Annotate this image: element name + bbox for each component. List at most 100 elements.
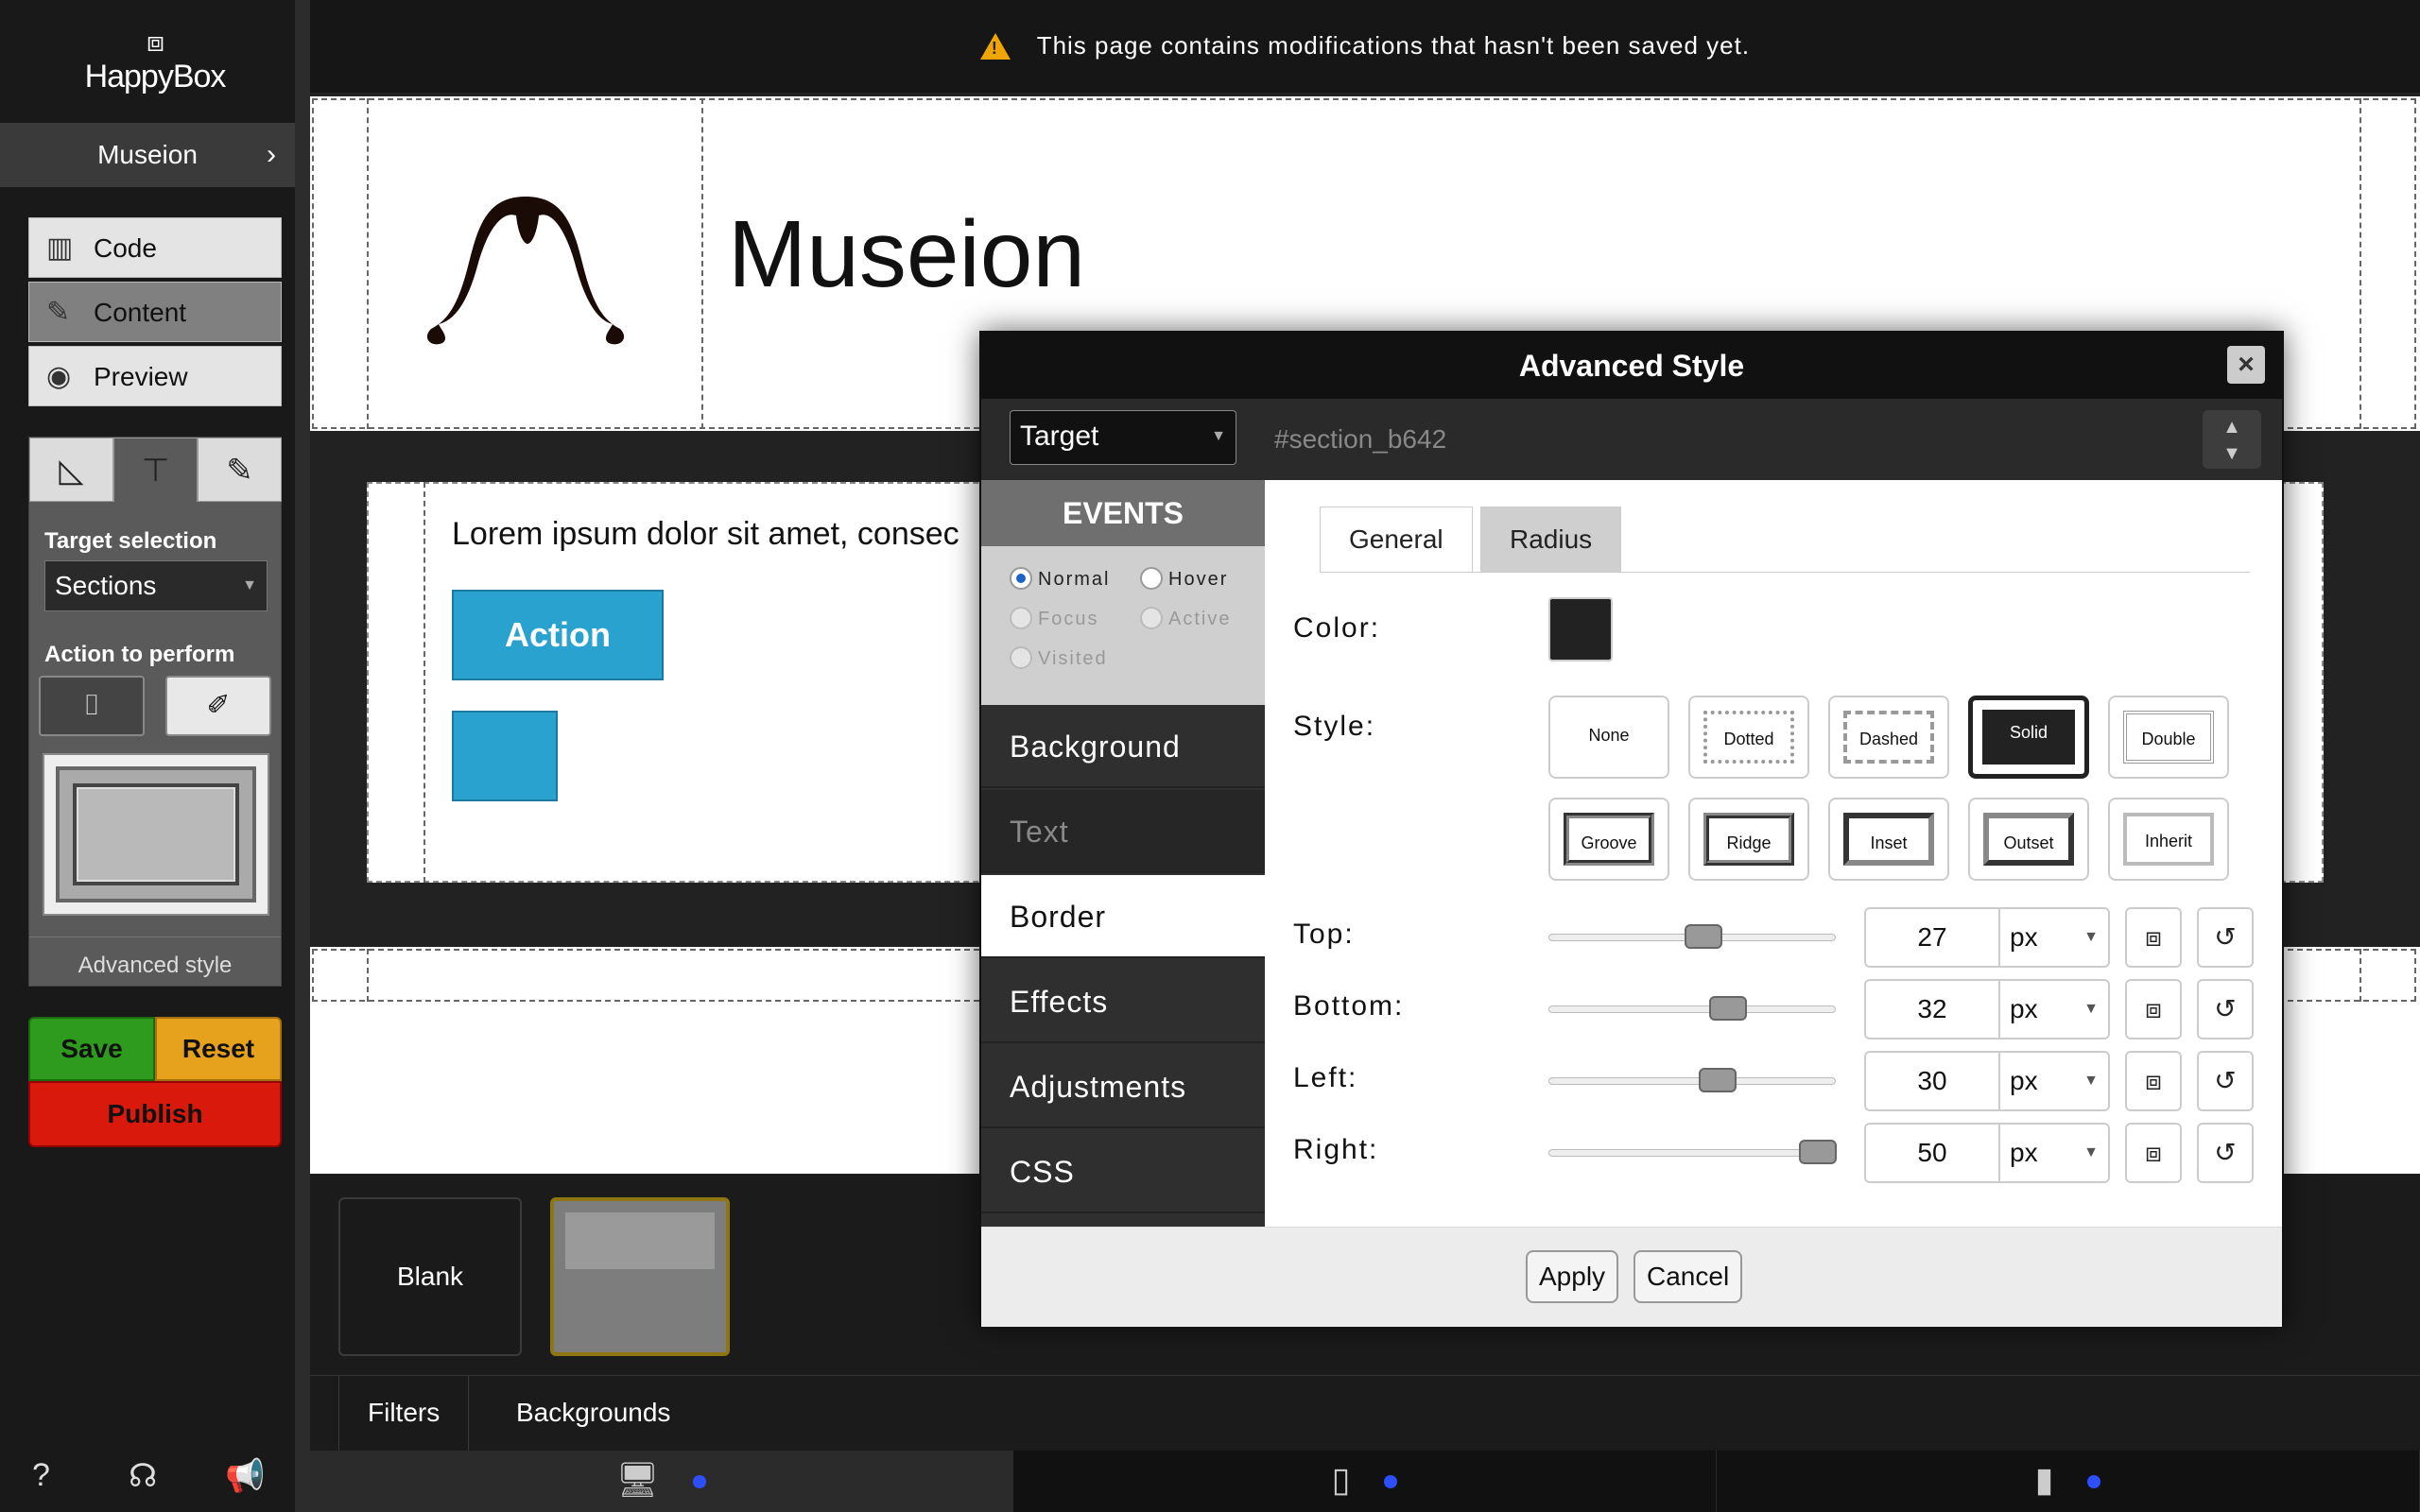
event-hover-radio[interactable]: Hover	[1140, 567, 1228, 591]
event-visited-radio[interactable]: Visited	[1010, 646, 1108, 670]
bottom-unit-select[interactable]: px ▼	[1998, 979, 2110, 1040]
left-value-input[interactable]: 30	[1864, 1051, 2000, 1111]
target-select[interactable]: Target ▼	[1010, 410, 1236, 465]
category-text[interactable]: Text	[981, 790, 1265, 873]
style-dotted-button[interactable]: Dotted	[1688, 696, 1809, 779]
tablet-view-button[interactable]: ▯	[1013, 1451, 1717, 1512]
tab-backgrounds[interactable]: Backgrounds	[488, 1376, 699, 1452]
preview-mode-button[interactable]: ◉ Preview	[28, 346, 282, 406]
left-slider[interactable]	[1548, 1068, 1836, 1092]
content-mode-button[interactable]: ✎ Content	[28, 282, 282, 342]
site-selector[interactable]: Museion ›	[0, 123, 295, 187]
left-link-button[interactable]: ⧈	[2125, 1051, 2182, 1111]
tab-edit[interactable]: ✎	[198, 438, 282, 502]
style-ridge-button[interactable]: Ridge	[1688, 798, 1809, 881]
tab-filters[interactable]: Filters	[338, 1376, 470, 1452]
brush-action-button[interactable]: ✐	[165, 676, 271, 736]
advanced-style-link[interactable]: Advanced style	[29, 936, 281, 979]
category-effects[interactable]: Effects	[981, 960, 1265, 1043]
border-settings-panel: General Radius Color: Style: None Dotted…	[1265, 480, 2282, 1227]
event-focus-radio[interactable]: Focus	[1010, 607, 1098, 630]
slider-handle[interactable]	[1685, 924, 1722, 949]
tile-thumbnail	[565, 1212, 715, 1269]
tab-style[interactable]: ⊤	[113, 438, 198, 502]
tab-layout[interactable]: ◺	[29, 438, 113, 502]
right-slider[interactable]	[1548, 1140, 1837, 1164]
top-link-button[interactable]: ⧈	[2125, 907, 2182, 968]
slider-handle[interactable]	[1709, 996, 1747, 1021]
right-unit-select[interactable]: px ▼	[1998, 1123, 2110, 1183]
tab-general[interactable]: General	[1320, 507, 1473, 573]
save-button[interactable]: Save	[28, 1017, 155, 1081]
event-label: Visited	[1038, 648, 1108, 669]
category-adjustments[interactable]: Adjustments	[981, 1045, 1265, 1128]
bottom-value-input[interactable]: 32	[1864, 979, 2000, 1040]
dropdown-arrow-icon: ▼	[2083, 1073, 2099, 1089]
style-solid-button[interactable]: Solid	[1968, 696, 2089, 779]
style-double-button[interactable]: Double	[2108, 696, 2229, 779]
style-inherit-button[interactable]: Inherit	[2108, 798, 2229, 881]
top-value-input[interactable]: 27	[1864, 907, 2000, 968]
apply-button[interactable]: Apply	[1526, 1250, 1619, 1303]
right-reset-button[interactable]: ↺	[2197, 1123, 2254, 1183]
cancel-button[interactable]: Cancel	[1634, 1250, 1743, 1303]
site-name: Museion	[97, 140, 198, 169]
event-normal-radio[interactable]: Normal	[1010, 567, 1110, 591]
style-dashed-button[interactable]: Dashed	[1828, 696, 1949, 779]
background-tile[interactable]	[550, 1197, 730, 1356]
reset-button[interactable]: Reset	[155, 1017, 282, 1081]
style-inset-button[interactable]: Inset	[1828, 798, 1949, 881]
selector-field[interactable]: #section_b642	[1274, 399, 1446, 480]
logo[interactable]: ⧈ HappyBox	[0, 28, 310, 95]
body-text[interactable]: Lorem ipsum dolor sit amet, consec	[452, 516, 959, 553]
bottom-link-button[interactable]: ⧈	[2125, 979, 2182, 1040]
right-value-input[interactable]: 50	[1864, 1123, 2000, 1183]
slider-handle[interactable]	[1799, 1140, 1837, 1164]
left-unit-select[interactable]: px ▼	[1998, 1051, 2110, 1111]
unit-value: px	[2010, 1138, 2038, 1167]
event-active-radio[interactable]: Active	[1140, 607, 1231, 630]
slider-handle[interactable]	[1699, 1068, 1737, 1092]
blue-block[interactable]	[452, 711, 558, 801]
right-link-button[interactable]: ⧈	[2125, 1123, 2182, 1183]
action-button[interactable]: Action	[452, 590, 664, 680]
bottom-reset-button[interactable]: ↺	[2197, 979, 2254, 1040]
help-icon[interactable]: ?	[32, 1457, 50, 1494]
spray-action-button[interactable]: ⌷	[39, 676, 145, 736]
dropdown-arrow-icon: ▼	[242, 577, 257, 593]
top-unit-select[interactable]: px ▼	[1998, 907, 2110, 968]
top-label: Top:	[1293, 919, 1355, 950]
style-groove-button[interactable]: Groove	[1548, 798, 1669, 881]
left-reset-button[interactable]: ↺	[2197, 1051, 2254, 1111]
page-title[interactable]: Museion	[728, 200, 1085, 309]
ruler-icon: ◺	[59, 453, 84, 489]
desktop-view-button[interactable]: 🖥	[310, 1451, 1013, 1512]
reset-icon: ↺	[2214, 994, 2237, 1023]
top-reset-button[interactable]: ↺	[2197, 907, 2254, 968]
phone-view-button[interactable]: ▮	[1717, 1451, 2420, 1512]
style-none-button[interactable]: None	[1548, 696, 1669, 779]
eye-icon: ◉	[46, 361, 72, 392]
content-mode-label: Content	[94, 298, 187, 327]
category-css[interactable]: CSS	[981, 1130, 1265, 1213]
megaphone-icon[interactable]: 📢	[225, 1457, 265, 1495]
top-slider[interactable]	[1548, 924, 1836, 949]
tab-radius[interactable]: Radius	[1480, 507, 1622, 573]
publish-button[interactable]: Publish	[28, 1081, 282, 1147]
chevron-right-icon: ›	[267, 139, 276, 170]
reset-icon: ↺	[2214, 1066, 2237, 1095]
target-selection-select[interactable]: Sections ▼	[44, 560, 268, 611]
blank-tile[interactable]: Blank	[338, 1197, 522, 1356]
style-preview[interactable]	[43, 753, 269, 916]
selector-spinner[interactable]: ▲ ▼	[2203, 410, 2261, 469]
bottom-slider[interactable]	[1548, 996, 1836, 1021]
support-icon[interactable]: ☊	[129, 1457, 157, 1495]
code-mode-button[interactable]: ▥ Code	[28, 217, 282, 278]
target-select-value: Target	[1020, 421, 1099, 452]
color-swatch[interactable]	[1548, 597, 1613, 662]
close-button[interactable]: ×	[2227, 346, 2265, 384]
category-background[interactable]: Background	[981, 705, 1265, 788]
pencil-icon: ✎	[226, 453, 253, 489]
category-border[interactable]: Border	[981, 875, 1265, 958]
style-outset-button[interactable]: Outset	[1968, 798, 2089, 881]
